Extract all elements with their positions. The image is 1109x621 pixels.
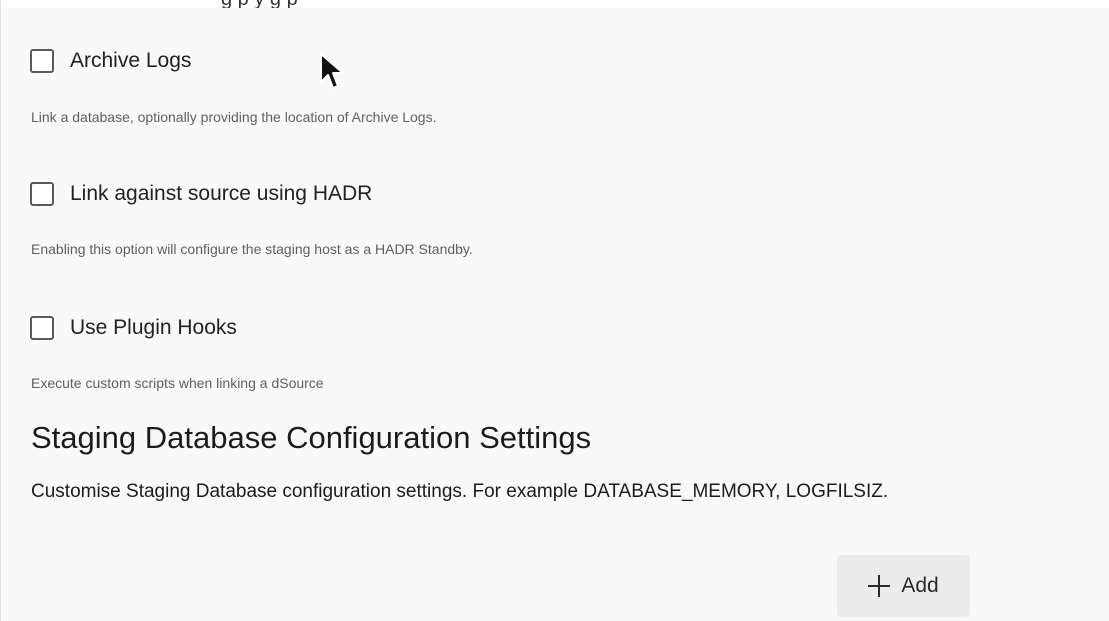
clipped-text-strip: g p y g p <box>1 0 1109 8</box>
archive-logs-checkbox[interactable] <box>30 49 54 73</box>
plus-icon <box>868 575 891 597</box>
archive-logs-help-text: Link a database, optionally providing th… <box>31 109 437 125</box>
add-button-label: Add <box>901 574 939 597</box>
linking-options-panel: g p y g p Archive Logs Link a database, … <box>0 0 1109 621</box>
mouse-cursor-icon <box>320 53 344 89</box>
add-button[interactable]: Add <box>837 555 970 617</box>
section-title: Staging Database Configuration Settings <box>31 420 592 455</box>
archive-logs-option[interactable]: Archive Logs <box>30 49 191 73</box>
hadr-checkbox[interactable] <box>30 182 54 206</box>
plugin-hooks-help-text: Execute custom scripts when linking a dS… <box>31 375 324 391</box>
hadr-option[interactable]: Link against source using HADR <box>30 182 372 206</box>
plugin-hooks-option[interactable]: Use Plugin Hooks <box>30 316 237 340</box>
hadr-help-text: Enabling this option will configure the … <box>31 241 473 257</box>
plugin-hooks-label: Use Plugin Hooks <box>70 316 237 339</box>
section-description: Customise Staging Database configuration… <box>31 481 889 502</box>
hadr-label: Link against source using HADR <box>70 182 373 205</box>
archive-logs-label: Archive Logs <box>70 49 192 72</box>
plugin-hooks-checkbox[interactable] <box>30 316 54 340</box>
